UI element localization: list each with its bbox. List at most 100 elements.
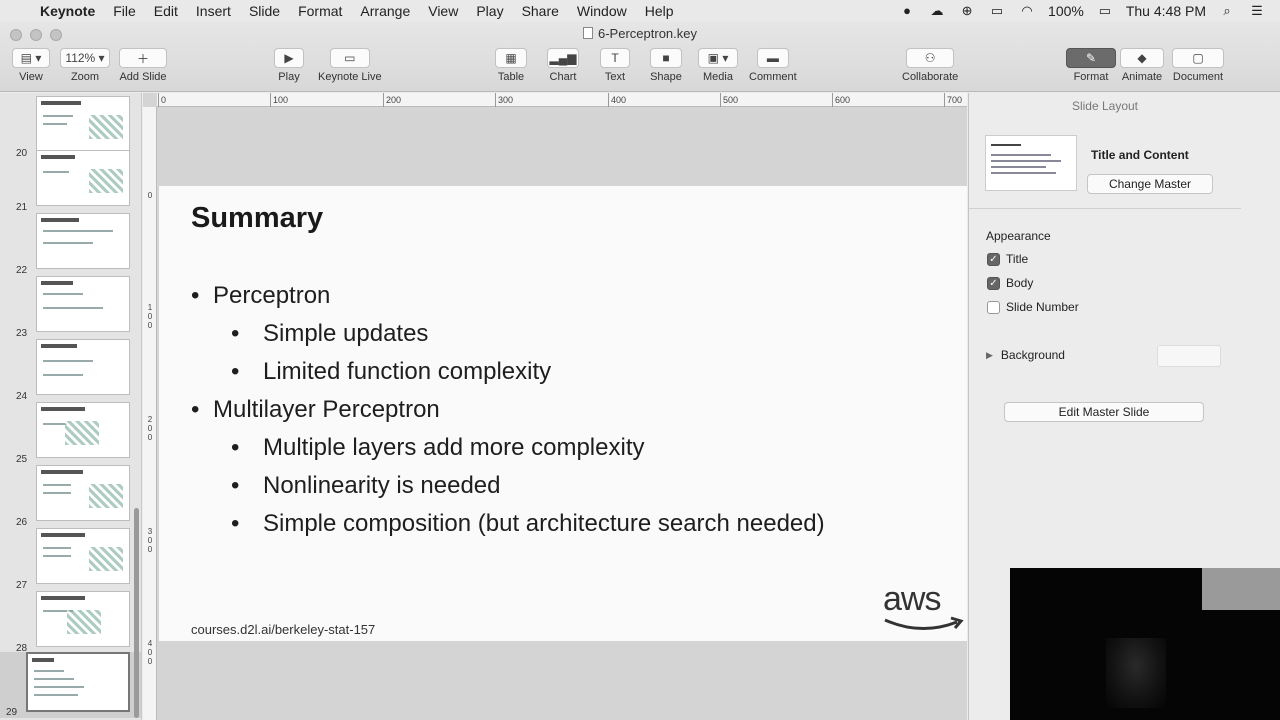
play-button[interactable]: ▶ Play [274,48,304,83]
body-checkbox[interactable]: ✓ [987,276,1000,290]
slide-number: 22 [16,265,28,276]
change-master-button[interactable]: Change Master [1087,174,1213,194]
zoom-select: 112% ▾ [60,48,110,68]
slide-thumbnail[interactable]: 27 [0,528,141,591]
collaborate-button[interactable]: ⚇ Collaborate [902,48,958,83]
app-menu[interactable]: Keynote [34,3,104,19]
menu-edit[interactable]: Edit [145,3,187,19]
media-button[interactable]: ▣ ▾ Media [698,48,738,83]
bullet-level-2[interactable]: • Simple composition (but architecture se… [231,510,825,538]
bullet-text: Multilayer Perceptron [213,396,440,423]
slide-number-checkbox[interactable] [987,300,1000,314]
bullet-dot: • [231,510,240,537]
notification-center-icon[interactable]: ☰ [1248,4,1266,18]
document-button[interactable]: ▢ Document [1172,48,1224,83]
slide-thumbnail[interactable]: 28 [0,591,141,654]
slide[interactable]: Summary • Perceptron • Simple updates • Lim… [159,186,967,641]
webcam-video-overlay [1010,568,1280,720]
background-disclosure[interactable]: ▶ Background [986,348,1065,362]
menu-insert[interactable]: Insert [187,3,240,19]
ruler-tick: 600 [831,93,851,107]
wifi-icon[interactable]: ◠ [1018,4,1036,18]
airplay-icon[interactable]: ▭ [988,4,1006,18]
slide-thumbnail[interactable]: 21 [0,150,141,213]
text-button[interactable]: T Text [600,48,630,83]
shape-icon: ■ [650,48,682,68]
title-checkbox[interactable]: ✓ [987,252,1000,266]
add-slide-button[interactable]: ＋ Add Slide [119,48,167,83]
ruler-tick: 700 [943,93,963,107]
cloud-upload-icon[interactable]: ☁ [928,4,946,18]
ruler-tick: 4 0 0 [147,639,153,666]
view-label: View [19,71,43,83]
slide-thumbnail-image [36,96,130,152]
table-icon: ▦ [495,48,527,68]
bullet-level-2[interactable]: • Nonlinearity is needed [231,472,500,500]
bullet-level-2[interactable]: • Limited function complexity [231,358,551,386]
bullet-text: Multiple layers add more complexity [263,434,645,461]
aws-logo[interactable]: aws [881,580,967,636]
title-checkbox-row[interactable]: ✓ Title [987,252,1028,266]
bullet-level-1[interactable]: • Perceptron [191,282,330,310]
inspector-header: Slide Layout [1071,99,1139,113]
menu-slide[interactable]: Slide [240,3,289,19]
bullet-level-2[interactable]: • Multiple layers add more complexity [231,434,644,462]
format-button[interactable]: ✎ Format [1066,48,1116,83]
spotlight-search-icon[interactable]: ⌕ [1218,4,1236,18]
slide-thumbnail-image [36,465,130,521]
chart-button[interactable]: ▂▄▆ Chart [547,48,579,83]
menu-play[interactable]: Play [467,3,512,19]
animate-button[interactable]: ◆ Animate [1120,48,1164,83]
clock[interactable]: Thu 4:48 PM [1126,3,1206,19]
slide-number-checkbox-row[interactable]: Slide Number [987,300,1079,314]
globe-icon[interactable]: ⊕ [958,4,976,18]
keynote-live-button[interactable]: ▭ Keynote Live [318,48,382,83]
animate-label: Animate [1121,71,1163,83]
text-label: Text [604,71,626,83]
disclosure-triangle-icon[interactable]: ▶ [986,350,993,361]
animate-icon: ◆ [1120,48,1164,68]
aws-smile-icon [884,616,964,631]
comment-button[interactable]: ▬ Comment [749,48,797,83]
creative-cloud-icon[interactable]: ● [898,4,916,18]
menu-file[interactable]: File [104,3,145,19]
bullet-level-1[interactable]: • Multilayer Perceptron [191,396,440,424]
bullet-dot: • [231,358,240,385]
slide-footer[interactable]: courses.d2l.ai/berkeley-stat-157 [191,622,375,637]
zoom-button[interactable]: 112% ▾ Zoom [60,48,110,83]
battery-icon[interactable]: ▭ [1096,4,1114,18]
view-button[interactable]: ▤ ▾ View [12,48,50,83]
menu-arrange[interactable]: Arrange [351,3,419,19]
slide-thumbnail[interactable]: 24 [0,339,141,402]
edit-master-slide-button[interactable]: Edit Master Slide [1004,402,1204,422]
navigator-scrollbar[interactable] [134,508,139,718]
body-checkbox-row[interactable]: ✓ Body [987,276,1033,290]
menu-window[interactable]: Window [568,3,636,19]
slide-thumbnail-image [36,276,130,332]
slide-navigator[interactable]: 20 21 22 23 24 25 26 27 28 29 [0,93,142,720]
table-button[interactable]: ▦ Table [495,48,527,83]
appearance-label: Appearance [986,229,1051,243]
bullet-dot: • [231,434,240,461]
horizontal-ruler: 0 100 200 300 400 500 600 700 [157,93,967,107]
slide-thumbnail[interactable]: 25 [0,402,141,465]
bullet-dot: • [231,320,240,347]
slide-number: 29 [6,707,18,718]
menu-share[interactable]: Share [513,3,568,19]
menu-view[interactable]: View [419,3,467,19]
bullet-level-2[interactable]: • Simple updates [231,320,428,348]
shape-button[interactable]: ■ Shape [650,48,682,83]
chart-label: Chart [549,71,577,83]
document-title: 6-Perceptron.key [0,26,1280,41]
toolbar: 6-Perceptron.key ▤ ▾ View 112% ▾ Zoom ＋ … [0,22,1280,92]
slide-thumbnail[interactable]: 23 [0,276,141,339]
background-color-well[interactable] [1157,345,1221,367]
menu-help[interactable]: Help [636,3,683,19]
slide-thumbnail[interactable]: 22 [0,213,141,276]
slide-thumbnail[interactable]: 26 [0,465,141,528]
menu-format[interactable]: Format [289,3,351,19]
slide-title[interactable]: Summary [191,202,323,235]
layout-thumbnail[interactable] [985,135,1077,191]
bullet-text: Perceptron [213,282,331,309]
slide-thumbnail-selected[interactable]: 29 [0,652,141,718]
